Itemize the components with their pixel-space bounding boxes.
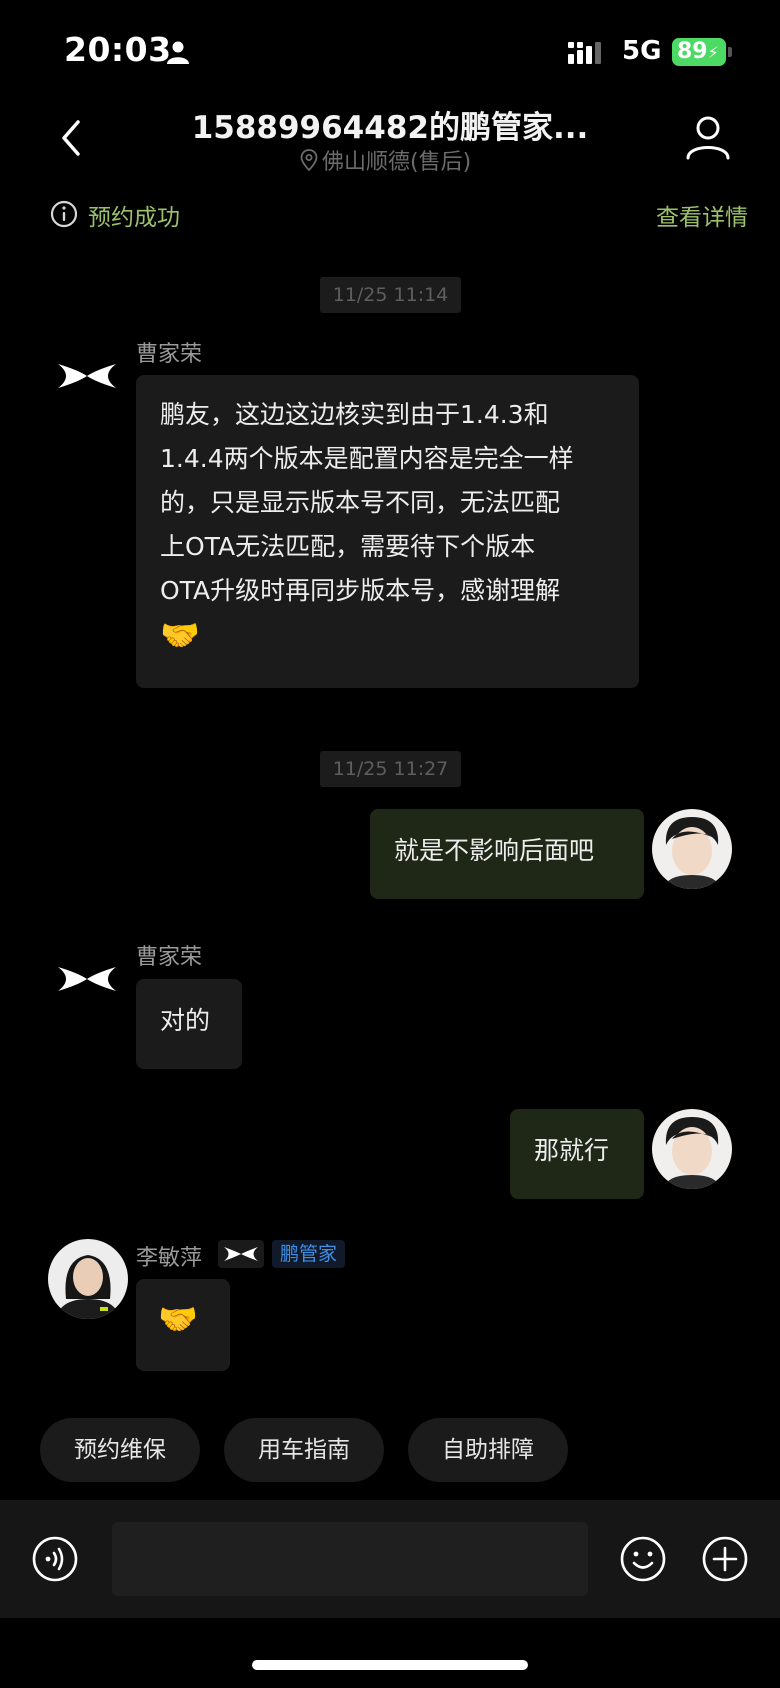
chat-subtitle: 佛山顺德(售后) (300, 144, 471, 176)
home-indicator[interactable] (252, 1660, 528, 1670)
profile-icon[interactable] (684, 114, 732, 160)
view-details-link[interactable]: 查看详情 (656, 198, 748, 232)
brand-logo-icon (224, 1247, 258, 1261)
message-line: 1.4.4两个版本是配置内容是完全一样 (160, 444, 574, 473)
emoji-icon[interactable] (620, 1536, 666, 1582)
message-timestamp: 11/25 11:27 (320, 751, 461, 787)
person-icon (167, 41, 189, 64)
message-line: OTA升级时再同步版本号，感谢理解 (160, 576, 561, 605)
quick-action-guide[interactable]: 用车指南 (224, 1418, 384, 1482)
battery-level: 89 (677, 39, 708, 64)
voice-icon[interactable] (32, 1536, 78, 1582)
sender-name: 曹家荣 (136, 945, 203, 970)
sender-name: 曹家荣 (136, 342, 203, 367)
appointment-status: 预约成功 (88, 205, 180, 231)
quick-action-maintenance[interactable]: 预约维保 (40, 1418, 200, 1482)
message-text: 对的 (160, 1006, 211, 1035)
incoming-message-bubble[interactable]: 鹏友，这边这边核实到由于1.4.3和 1.4.4两个版本是配置内容是完全一样 的… (136, 375, 639, 688)
battery-indicator: 89⚡ (672, 38, 726, 66)
outgoing-message-bubble[interactable]: 那就行 (510, 1109, 644, 1199)
back-icon[interactable] (56, 118, 86, 158)
brand-badge (218, 1240, 264, 1268)
dealer-location: 佛山顺德(售后) (322, 150, 472, 175)
battery-cap (728, 47, 732, 57)
status-bar: 20:03 5G 89⚡ (0, 0, 780, 100)
plus-icon[interactable] (702, 1536, 748, 1582)
chat-title: 15889964482的鹏管家... (191, 110, 589, 146)
handshake-emoji: 🤝 (158, 1300, 198, 1338)
appointment-banner: 预约成功 查看详情 (0, 190, 780, 240)
quick-action-troubleshoot[interactable]: 自助排障 (408, 1418, 568, 1482)
brand-logo-avatar (58, 364, 116, 388)
outgoing-message-bubble[interactable]: 就是不影响后面吧 (370, 809, 644, 899)
advisor-avatar[interactable] (48, 1239, 128, 1319)
network-label: 5G (622, 36, 662, 66)
message-line: 的，只是显示版本号不同，无法匹配 (160, 488, 561, 517)
input-bar (0, 1500, 780, 1618)
incoming-message-bubble[interactable]: 对的 (136, 979, 242, 1069)
handshake-emoji: 🤝 (160, 616, 200, 654)
status-time: 20:03 (64, 30, 172, 69)
message-line: 上OTA无法匹配，需要待下个版本 (160, 532, 536, 561)
message-text: 就是不影响后面吧 (394, 836, 595, 865)
message-input[interactable] (112, 1522, 588, 1596)
user-avatar[interactable] (652, 1109, 732, 1189)
user-avatar-image (652, 1109, 732, 1189)
advisor-role-tag: 鹏管家 (272, 1240, 346, 1268)
signal-icon (568, 42, 601, 64)
advisor-avatar-image (48, 1239, 128, 1319)
location-pin-icon (300, 149, 318, 171)
user-avatar[interactable] (652, 809, 732, 889)
message-timestamp: 11/25 11:14 (320, 277, 461, 313)
sender-name: 李敏萍 (136, 1246, 203, 1271)
incoming-message-bubble[interactable]: 🤝 (136, 1279, 230, 1371)
chat-header: 15889964482的鹏管家... 佛山顺德(售后) (0, 96, 780, 176)
charging-icon: ⚡ (707, 43, 719, 62)
brand-logo-avatar (58, 967, 116, 991)
info-icon (50, 200, 78, 228)
user-avatar-image (652, 809, 732, 889)
message-text: 那就行 (534, 1136, 610, 1165)
message-line: 鹏友，这边这边核实到由于1.4.3和 (160, 400, 549, 429)
